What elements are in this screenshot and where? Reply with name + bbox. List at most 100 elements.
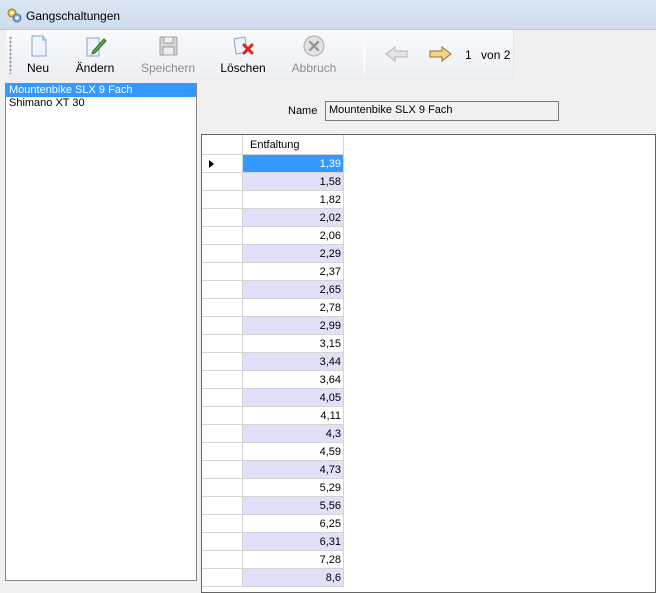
table-row[interactable]: 2,02 bbox=[202, 209, 344, 227]
gear-list[interactable]: Mountenbike SLX 9 Fach Shimano XT 30 bbox=[5, 83, 197, 581]
next-record-button[interactable] bbox=[427, 44, 453, 64]
save-button[interactable]: Speichern bbox=[138, 34, 198, 78]
row-header[interactable] bbox=[202, 551, 243, 569]
table-row[interactable]: 2,78 bbox=[202, 299, 344, 317]
entfaltung-cell[interactable]: 4,3 bbox=[243, 425, 344, 443]
table-row[interactable]: 5,29 bbox=[202, 479, 344, 497]
table-row[interactable]: 6,25 bbox=[202, 515, 344, 533]
entfaltung-cell[interactable]: 2,37 bbox=[243, 263, 344, 281]
row-header[interactable] bbox=[202, 155, 243, 173]
table-row[interactable]: 1,82 bbox=[202, 191, 344, 209]
entfaltung-cell[interactable]: 4,73 bbox=[243, 461, 344, 479]
row-header[interactable] bbox=[202, 389, 243, 407]
entfaltung-cell[interactable]: 4,59 bbox=[243, 443, 344, 461]
table-row[interactable]: 4,3 bbox=[202, 425, 344, 443]
cancel-circle-icon bbox=[303, 35, 325, 57]
delete-cross-icon bbox=[233, 36, 254, 55]
row-header[interactable] bbox=[202, 317, 243, 335]
delete-button-label: Löschen bbox=[220, 61, 266, 75]
table-row[interactable]: 2,29 bbox=[202, 245, 344, 263]
row-header[interactable] bbox=[202, 335, 243, 353]
table-row[interactable]: 2,65 bbox=[202, 281, 344, 299]
entfaltung-cell[interactable]: 5,56 bbox=[243, 497, 344, 515]
entfaltung-cell[interactable]: 6,31 bbox=[243, 533, 344, 551]
table-row[interactable]: 1,39 bbox=[202, 155, 344, 173]
entfaltung-cell[interactable]: 6,25 bbox=[243, 515, 344, 533]
row-header[interactable] bbox=[202, 533, 243, 551]
table-row[interactable]: 4,59 bbox=[202, 443, 344, 461]
arrow-left-icon bbox=[385, 45, 408, 63]
list-item[interactable]: Mountenbike SLX 9 Fach bbox=[6, 84, 196, 97]
toolbar-grip[interactable] bbox=[9, 36, 12, 74]
arrow-right-icon bbox=[429, 45, 452, 63]
table-row[interactable]: 5,56 bbox=[202, 497, 344, 515]
name-field[interactable]: Mountenbike SLX 9 Fach bbox=[325, 101, 559, 121]
entfaltung-cell[interactable]: 2,06 bbox=[243, 227, 344, 245]
row-header[interactable] bbox=[202, 425, 243, 443]
row-header[interactable] bbox=[202, 407, 243, 425]
table-row[interactable]: 3,64 bbox=[202, 371, 344, 389]
row-header[interactable] bbox=[202, 173, 243, 191]
new-button[interactable]: Neu bbox=[20, 34, 56, 78]
cancel-button[interactable]: Abbruch bbox=[288, 34, 340, 78]
entfaltung-cell[interactable]: 2,65 bbox=[243, 281, 344, 299]
table-row[interactable]: 2,06 bbox=[202, 227, 344, 245]
row-header[interactable] bbox=[202, 515, 243, 533]
save-button-label: Speichern bbox=[140, 61, 196, 75]
previous-record-button[interactable] bbox=[384, 44, 410, 64]
entfaltung-cell[interactable]: 2,78 bbox=[243, 299, 344, 317]
row-header[interactable] bbox=[202, 461, 243, 479]
row-header[interactable] bbox=[202, 371, 243, 389]
row-header[interactable] bbox=[202, 443, 243, 461]
window-title: Gangschaltungen bbox=[26, 9, 121, 23]
entfaltung-cell[interactable]: 5,29 bbox=[243, 479, 344, 497]
table-row[interactable]: 1,58 bbox=[202, 173, 344, 191]
row-header[interactable] bbox=[202, 569, 243, 587]
entfaltung-cell[interactable]: 4,11 bbox=[243, 407, 344, 425]
table-row[interactable]: 4,05 bbox=[202, 389, 344, 407]
entfaltung-cell[interactable]: 3,64 bbox=[243, 371, 344, 389]
table-row[interactable]: 6,31 bbox=[202, 533, 344, 551]
current-row-arrow-icon bbox=[209, 160, 214, 168]
row-header[interactable] bbox=[202, 263, 243, 281]
row-header[interactable] bbox=[202, 245, 243, 263]
table-row[interactable]: 7,28 bbox=[202, 551, 344, 569]
table-row[interactable]: 2,37 bbox=[202, 263, 344, 281]
toolbar: Neu Ändern Speichern Löschen Abbruch 1 v… bbox=[6, 30, 514, 80]
entfaltung-cell[interactable]: 3,15 bbox=[243, 335, 344, 353]
row-header[interactable] bbox=[202, 353, 243, 371]
record-pager: 1 von 2 bbox=[465, 48, 510, 62]
column-header-entfaltung[interactable]: Entfaltung bbox=[243, 135, 344, 155]
row-header[interactable] bbox=[202, 209, 243, 227]
edit-button[interactable]: Ändern bbox=[72, 34, 118, 78]
table-row[interactable]: 4,11 bbox=[202, 407, 344, 425]
entfaltung-cell[interactable]: 1,82 bbox=[243, 191, 344, 209]
entfaltung-cell[interactable]: 1,58 bbox=[243, 173, 344, 191]
row-header[interactable] bbox=[202, 479, 243, 497]
save-disk-icon bbox=[159, 36, 178, 56]
entfaltung-cell[interactable]: 4,05 bbox=[243, 389, 344, 407]
data-grid[interactable]: Entfaltung 1,39 1,58 1,82 2,02 2,06 2,29 2,37 2… bbox=[201, 134, 656, 593]
entfaltung-cell[interactable]: 2,99 bbox=[243, 317, 344, 335]
grid-corner-cell[interactable] bbox=[202, 135, 243, 155]
entfaltung-cell[interactable]: 2,29 bbox=[243, 245, 344, 263]
row-header[interactable] bbox=[202, 191, 243, 209]
table-row[interactable]: 3,15 bbox=[202, 335, 344, 353]
table-row[interactable]: 3,44 bbox=[202, 353, 344, 371]
row-header[interactable] bbox=[202, 299, 243, 317]
delete-button[interactable]: Löschen bbox=[218, 34, 268, 78]
entfaltung-cell[interactable]: 7,28 bbox=[243, 551, 344, 569]
table-row[interactable]: 2,99 bbox=[202, 317, 344, 335]
entfaltung-cell[interactable]: 2,02 bbox=[243, 209, 344, 227]
name-label: Name bbox=[288, 105, 318, 117]
row-header[interactable] bbox=[202, 227, 243, 245]
table-row[interactable]: 4,73 bbox=[202, 461, 344, 479]
new-button-label: Neu bbox=[26, 61, 49, 75]
entfaltung-cell[interactable]: 1,39 bbox=[243, 155, 344, 173]
entfaltung-cell[interactable]: 8,6 bbox=[243, 569, 344, 587]
table-row[interactable]: 8,6 bbox=[202, 569, 344, 587]
list-item[interactable]: Shimano XT 30 bbox=[6, 97, 196, 110]
row-header[interactable] bbox=[202, 281, 243, 299]
row-header[interactable] bbox=[202, 497, 243, 515]
entfaltung-cell[interactable]: 3,44 bbox=[243, 353, 344, 371]
